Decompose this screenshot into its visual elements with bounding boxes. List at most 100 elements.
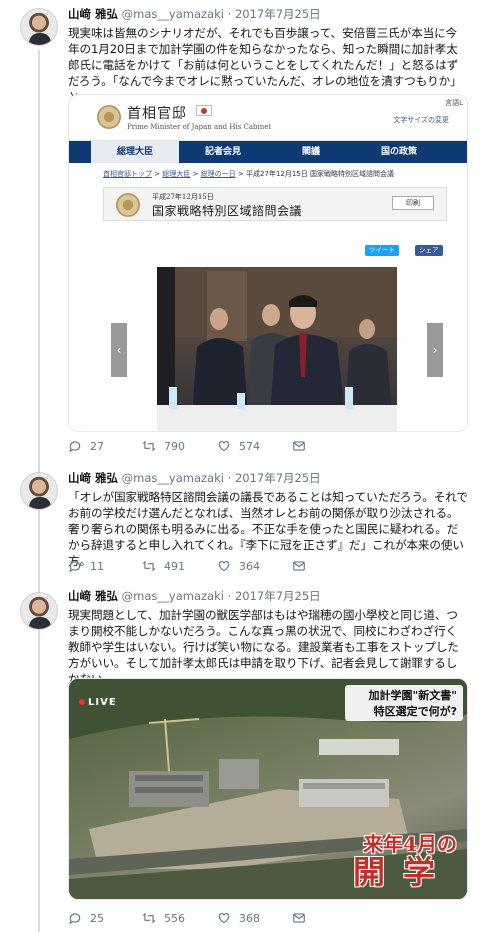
tweet[interactable]: 山﨑 雅弘 @mas__yamazaki · 2017年7月25日 「オレが国家…	[0, 466, 480, 584]
tweet[interactable]: 山﨑 雅弘 @mas__yamazaki · 2017年7月25日 現実問題とし…	[0, 584, 480, 932]
crumb-home: 首相官邸トップ	[103, 170, 152, 178]
retweet-count: 790	[164, 439, 185, 453]
message-icon	[293, 913, 305, 923]
reply-count: 11	[90, 559, 104, 573]
kantei-nav-press: 記者会見	[204, 147, 241, 157]
kantei-print-button: 印刷	[392, 196, 434, 210]
japan-flag-icon	[196, 105, 212, 116]
tweet-actions: 27 790 574	[68, 438, 346, 454]
kantei-nav: 総理大臣 記者会見 閣議 国の政策	[69, 141, 467, 163]
like-icon	[218, 441, 230, 452]
kantei-tweet-button: ツイート	[365, 245, 399, 256]
like-count: 574	[239, 439, 260, 453]
tweet-text: 「オレが国家戦略特区諮問会議の議長であることは知っていただろう。それでお前の学校…	[68, 490, 468, 568]
crumb-pm: 総理大臣	[162, 170, 191, 178]
tweet-header: 山﨑 雅弘 @mas__yamazaki · 2017年7月25日	[68, 588, 468, 605]
retweet-icon	[142, 440, 156, 452]
kantei-share-button: シェア	[415, 245, 443, 256]
like-count: 364	[239, 559, 260, 573]
tweet-date[interactable]: 2017年7月25日	[235, 7, 321, 21]
kantei-nav-policy: 国の政策	[380, 147, 417, 157]
kantei-site-title: 首相官邸	[127, 106, 187, 122]
news-broadcast-screenshot: LIVE 加計学園"新文書" 特区選定で何が? 来年4月の 開学	[69, 679, 467, 899]
paulownia-emblem-icon	[116, 193, 140, 217]
tweet-header: 山﨑 雅弘 @mas__yamazaki · 2017年7月25日	[68, 6, 468, 23]
tweet-date[interactable]: 2017年7月25日	[235, 589, 321, 603]
kantei-breadcrumb: 首相官邸トップ > 総理大臣 > 総理の一日 > 平成27年12月15日 国家戦…	[103, 169, 394, 179]
tweet-header: 山﨑 雅弘 @mas__yamazaki · 2017年7月25日	[68, 470, 468, 487]
kantei-prev-arrow-icon: ‹	[111, 323, 127, 377]
like-button[interactable]: 368	[217, 911, 260, 925]
crumb-current: 平成27年12月15日 国家戦略特別区域諮問会議	[246, 170, 394, 178]
reply-icon	[69, 561, 81, 573]
like-icon	[218, 913, 230, 924]
like-button[interactable]: 364	[217, 559, 260, 573]
message-button[interactable]	[292, 439, 314, 453]
kantei-event-box: 平成27年12月15日 国家戦略特別区域諮問会議 印刷	[103, 187, 447, 221]
avatar[interactable]	[20, 472, 58, 510]
paulownia-emblem-icon	[97, 105, 121, 129]
retweet-count: 556	[164, 911, 185, 925]
like-button[interactable]: 574	[217, 439, 260, 453]
kantei-nav-cabinet: 閣議	[301, 147, 320, 157]
separator-dot: ·	[227, 589, 232, 603]
message-button[interactable]	[292, 911, 314, 925]
news-caption-line-1: 加計学園"新文書"	[368, 689, 457, 702]
kantei-website-screenshot: 首相官邸 Prime Minister of Japan and His Cab…	[69, 95, 467, 431]
tweet-image[interactable]: 首相官邸 Prime Minister of Japan and His Cab…	[68, 94, 468, 432]
crumb-sep: >	[154, 170, 161, 178]
retweet-button[interactable]: 491	[142, 559, 185, 573]
kantei-header: 首相官邸 Prime Minister of Japan and His Cab…	[69, 95, 467, 141]
retweet-icon	[142, 560, 156, 572]
crumb-sep: >	[237, 170, 244, 178]
meeting-photo	[157, 267, 397, 431]
news-overlay-line-2: 開学	[352, 853, 453, 891]
kantei-site-subtitle: Prime Minister of Japan and His Cabinet	[127, 123, 272, 131]
tweet-text: 現実味は皆無のシナリオだが、それでも百歩譲って、安倍晋三氏が本当に今年の1月20…	[68, 26, 462, 104]
kantei-language: 言語L	[445, 99, 463, 107]
message-icon	[293, 441, 305, 451]
live-label: LIVE	[79, 697, 117, 708]
news-caption: 加計学園"新文書" 特区選定で何が?	[345, 685, 463, 721]
kantei-font-size: 文字サイズの変更	[393, 116, 449, 124]
reply-count: 27	[90, 439, 104, 453]
like-icon	[218, 561, 230, 572]
news-caption-line-2: 特区選定で何が?	[373, 705, 457, 718]
separator-dot: ·	[227, 7, 232, 21]
like-count: 368	[239, 911, 260, 925]
kantei-next-arrow-icon: ›	[427, 323, 443, 377]
retweet-count: 491	[164, 559, 185, 573]
reply-icon	[69, 913, 81, 925]
avatar[interactable]	[20, 592, 58, 630]
reply-button[interactable]: 11	[68, 559, 110, 573]
message-button[interactable]	[292, 559, 314, 573]
kantei-event-date: 平成27年12月15日	[152, 193, 214, 201]
author-handle[interactable]: @mas__yamazaki	[122, 7, 224, 21]
crumb-day: 総理の一日	[200, 170, 236, 178]
retweet-button[interactable]: 556	[142, 911, 185, 925]
message-icon	[293, 561, 305, 571]
reply-button[interactable]: 25	[68, 911, 110, 925]
retweet-icon	[142, 912, 156, 924]
author-name[interactable]: 山﨑 雅弘	[68, 7, 118, 21]
author-handle[interactable]: @mas__yamazaki	[122, 589, 224, 603]
retweet-button[interactable]: 790	[142, 439, 185, 453]
tweet-actions: 11 491 364	[68, 558, 346, 574]
tweet-actions: 25 556 368	[68, 910, 346, 926]
reply-icon	[69, 441, 81, 453]
tweet-text: 現実問題として、加計学園の獣医学部はもはや瑞穂の國小學校と同じ道、つまり開校不能…	[68, 608, 459, 686]
meeting-photo-illustration	[157, 267, 397, 431]
tweet-date[interactable]: 2017年7月25日	[235, 471, 321, 485]
kantei-event-title: 国家戦略特別区域諮問会議	[152, 204, 303, 218]
author-name[interactable]: 山﨑 雅弘	[68, 471, 118, 485]
separator-dot: ·	[227, 471, 232, 485]
author-handle[interactable]: @mas__yamazaki	[122, 471, 224, 485]
tweet[interactable]: 山﨑 雅弘 @mas__yamazaki · 2017年7月25日 現実味は皆無…	[0, 0, 480, 466]
author-name[interactable]: 山﨑 雅弘	[68, 589, 118, 603]
crumb-sep: >	[192, 170, 199, 178]
tweet-image[interactable]: LIVE 加計学園"新文書" 特区選定で何が? 来年4月の 開学	[68, 678, 468, 900]
avatar[interactable]	[20, 8, 58, 46]
reply-button[interactable]: 27	[68, 439, 110, 453]
reply-count: 25	[90, 911, 104, 925]
kantei-nav-pm: 総理大臣	[91, 141, 179, 163]
